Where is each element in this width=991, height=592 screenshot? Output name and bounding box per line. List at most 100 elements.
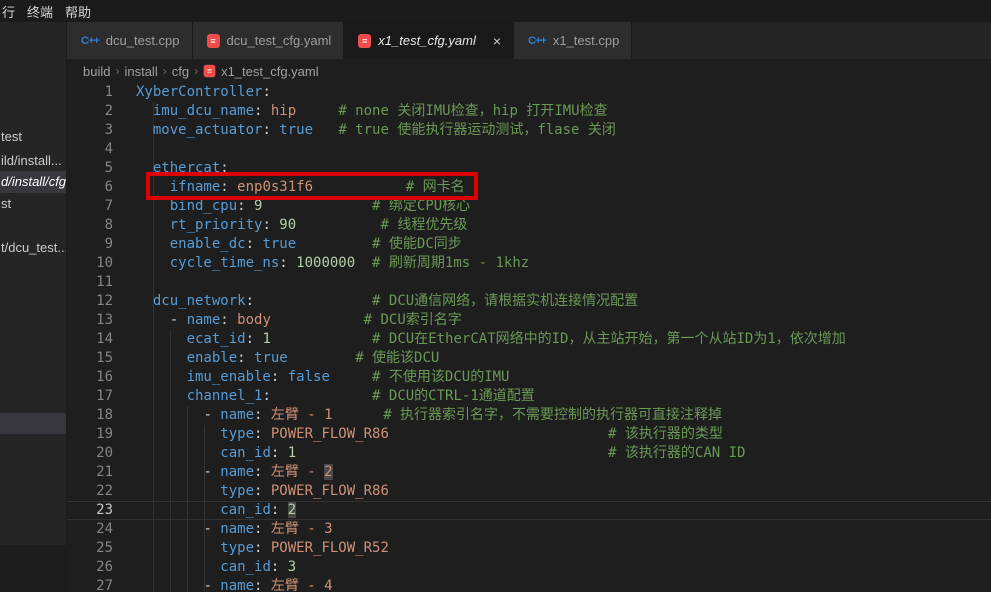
code-text: channel_1: # DCU的CTRL-1通道配置 <box>136 388 535 404</box>
line-number: 24 <box>67 520 113 539</box>
code-text: - name: 左臂 - 4 <box>136 578 333 592</box>
code-text: - name: 左臂 - 2 <box>136 464 333 480</box>
code-line-5[interactable]: 5 ethercat: <box>67 159 991 178</box>
code-line-16[interactable]: 16 imu_enable: false # 不使用该DCU的IMU <box>67 368 991 387</box>
sidebar-selected-empty-row[interactable] <box>0 413 67 434</box>
line-number: 8 <box>67 216 113 235</box>
line-number: 23 <box>67 501 113 520</box>
code-line-14[interactable]: 14 ecat_id: 1 # DCU在EtherCAT网络中的ID，从主站开始… <box>67 330 991 349</box>
code-line-3[interactable]: 3 move_actuator: true # true 使能执行器运动测试，f… <box>67 121 991 140</box>
line-number: 13 <box>67 311 113 330</box>
code-text: imu_dcu_name: hip # none 关闭IMU检查，hip 打开I… <box>136 103 608 119</box>
line-number: 5 <box>67 159 113 178</box>
breadcrumb-item-install[interactable]: install <box>124 64 157 79</box>
line-number: 4 <box>67 140 113 159</box>
code-line-24[interactable]: 24 - name: 左臂 - 3 <box>67 520 991 539</box>
code-text: - name: 左臂 - 3 <box>136 521 333 537</box>
breadcrumb-separator: › <box>115 64 119 78</box>
line-number: 3 <box>67 121 113 140</box>
line-number: 16 <box>67 368 113 387</box>
code-text: dcu_network: # DCU通信网络，请根据实机连接情况配置 <box>136 293 638 309</box>
line-number: 22 <box>67 482 113 501</box>
cpp-file-icon: C++ <box>81 35 99 47</box>
line-number: 9 <box>67 235 113 254</box>
code-editor[interactable]: 1 XyberController: 2 imu_dcu_name: hip # n… <box>67 83 991 592</box>
code-line-23[interactable]: 23 can_id: 2 <box>67 501 991 520</box>
tab-label: x1_test.cpp <box>553 33 620 48</box>
code-line-11[interactable]: 11 <box>67 273 991 292</box>
menu-item-terminal[interactable]: 终端 <box>19 2 61 21</box>
code-text: XyberController: <box>136 84 271 100</box>
code-line-26[interactable]: 26 can_id: 3 <box>67 558 991 577</box>
line-number: 17 <box>67 387 113 406</box>
sidebar-item-t-dcu-test-[interactable]: t/dcu_test... <box>0 237 67 259</box>
breadcrumb-separator: › <box>163 64 167 78</box>
code-line-2[interactable]: 2 imu_dcu_name: hip # none 关闭IMU检查，hip 打… <box>67 102 991 121</box>
code-text: imu_enable: false # 不使用该DCU的IMU <box>136 369 509 385</box>
yaml-file-icon <box>358 34 371 48</box>
line-number: 2 <box>67 102 113 121</box>
tab-dcu_test_cfg.yaml[interactable]: dcu_test_cfg.yaml <box>193 22 345 59</box>
tab-dcu_test.cpp[interactable]: C++dcu_test.cpp <box>67 22 193 59</box>
yaml-file-icon <box>204 65 216 78</box>
breadcrumb-item-build[interactable]: build <box>83 64 110 79</box>
code-line-4[interactable]: 4 <box>67 140 991 159</box>
line-number: 26 <box>67 558 113 577</box>
sidebar-item-ild-install-[interactable]: ild/install... <box>0 150 67 172</box>
code-line-13[interactable]: 13 - name: body # DCU索引名字 <box>67 311 991 330</box>
sidebar-panel: testild/install...d/install/cfgst t/dcu_t… <box>0 22 67 592</box>
line-number: 11 <box>67 273 113 292</box>
menu-item-help[interactable]: 帮助 <box>57 2 99 21</box>
line-number: 10 <box>67 254 113 273</box>
line-number: 19 <box>67 425 113 444</box>
code-text: move_actuator: true # true 使能执行器运动测试，fla… <box>136 122 616 138</box>
code-line-21[interactable]: 21 - name: 左臂 - 2 <box>67 463 991 482</box>
code-text: - name: 左臂 - 1 # 执行器索引名字，不需要控制的执行器可直接注释掉 <box>136 407 722 423</box>
tab-bar: C++dcu_test.cppdcu_test_cfg.yamlx1_test_… <box>67 22 991 59</box>
code-text: type: POWER_FLOW_R86 <box>136 483 389 499</box>
line-number: 27 <box>67 577 113 592</box>
code-line-20[interactable]: 20 can_id: 1 # 该执行器的CAN ID <box>67 444 991 463</box>
breadcrumb-separator: › <box>194 64 198 78</box>
code-line-27[interactable]: 27 - name: 左臂 - 4 <box>67 577 991 592</box>
breadcrumb-item-cfg[interactable]: cfg <box>172 64 189 79</box>
line-number: 15 <box>67 349 113 368</box>
line-number: 21 <box>67 463 113 482</box>
breadcrumb: build › install › cfg › x1_test_cfg.yaml <box>67 59 991 83</box>
code-text: cycle_time_ns: 1000000 # 刷新周期1ms - 1khz <box>136 255 529 271</box>
line-number: 14 <box>67 330 113 349</box>
code-text: bind_cpu: 9 # 绑定CPU核心 <box>136 198 470 214</box>
code-line-12[interactable]: 12 dcu_network: # DCU通信网络，请根据实机连接情况配置 <box>67 292 991 311</box>
code-text: can_id: 1 # 该执行器的CAN ID <box>136 445 745 461</box>
code-line-22[interactable]: 22 type: POWER_FLOW_R86 <box>67 482 991 501</box>
code-line-9[interactable]: 9 enable_dc: true # 使能DC同步 <box>67 235 991 254</box>
tab-x1_test_cfg.yaml[interactable]: x1_test_cfg.yaml× <box>344 22 514 59</box>
line-number: 7 <box>67 197 113 216</box>
code-line-1[interactable]: 1 XyberController: <box>67 83 991 102</box>
code-line-8[interactable]: 8 rt_priority: 90 # 线程优先级 <box>67 216 991 235</box>
cpp-file-icon: C++ <box>528 35 546 47</box>
code-text: enable_dc: true # 使能DC同步 <box>136 236 462 252</box>
code-line-15[interactable]: 15 enable: true # 使能该DCU <box>67 349 991 368</box>
code-line-18[interactable]: 18 - name: 左臂 - 1 # 执行器索引名字，不需要控制的执行器可直接… <box>67 406 991 425</box>
menu-bar: 行 终端 帮助 <box>0 0 991 22</box>
code-text: can_id: 2 <box>136 502 296 518</box>
code-text: rt_priority: 90 # 线程优先级 <box>136 217 467 233</box>
yaml-file-icon <box>207 34 220 48</box>
breadcrumb-file[interactable]: x1_test_cfg.yaml <box>221 64 319 79</box>
code-line-17[interactable]: 17 channel_1: # DCU的CTRL-1通道配置 <box>67 387 991 406</box>
code-text: - name: body # DCU索引名字 <box>136 312 462 328</box>
code-line-19[interactable]: 19 type: POWER_FLOW_R86 # 该执行器的类型 <box>67 425 991 444</box>
close-icon[interactable]: × <box>493 34 501 48</box>
code-line-25[interactable]: 25 type: POWER_FLOW_R52 <box>67 539 991 558</box>
code-line-7[interactable]: 7 bind_cpu: 9 # 绑定CPU核心 <box>67 197 991 216</box>
sidebar-item-d-install-cfg[interactable]: d/install/cfg <box>0 171 67 193</box>
code-text: ifname: enp0s31f6 # 网卡名 <box>136 179 465 195</box>
code-line-6[interactable]: 6 ifname: enp0s31f6 # 网卡名 <box>67 178 991 197</box>
sidebar-item-test[interactable]: test <box>0 126 67 148</box>
tab-x1_test.cpp[interactable]: C++ x1_test.cpp <box>514 22 632 59</box>
line-number: 1 <box>67 83 113 102</box>
code-line-10[interactable]: 10 cycle_time_ns: 1000000 # 刷新周期1ms - 1k… <box>67 254 991 273</box>
code-text: ethercat: <box>136 160 229 176</box>
sidebar-item-st[interactable]: st <box>0 193 67 215</box>
